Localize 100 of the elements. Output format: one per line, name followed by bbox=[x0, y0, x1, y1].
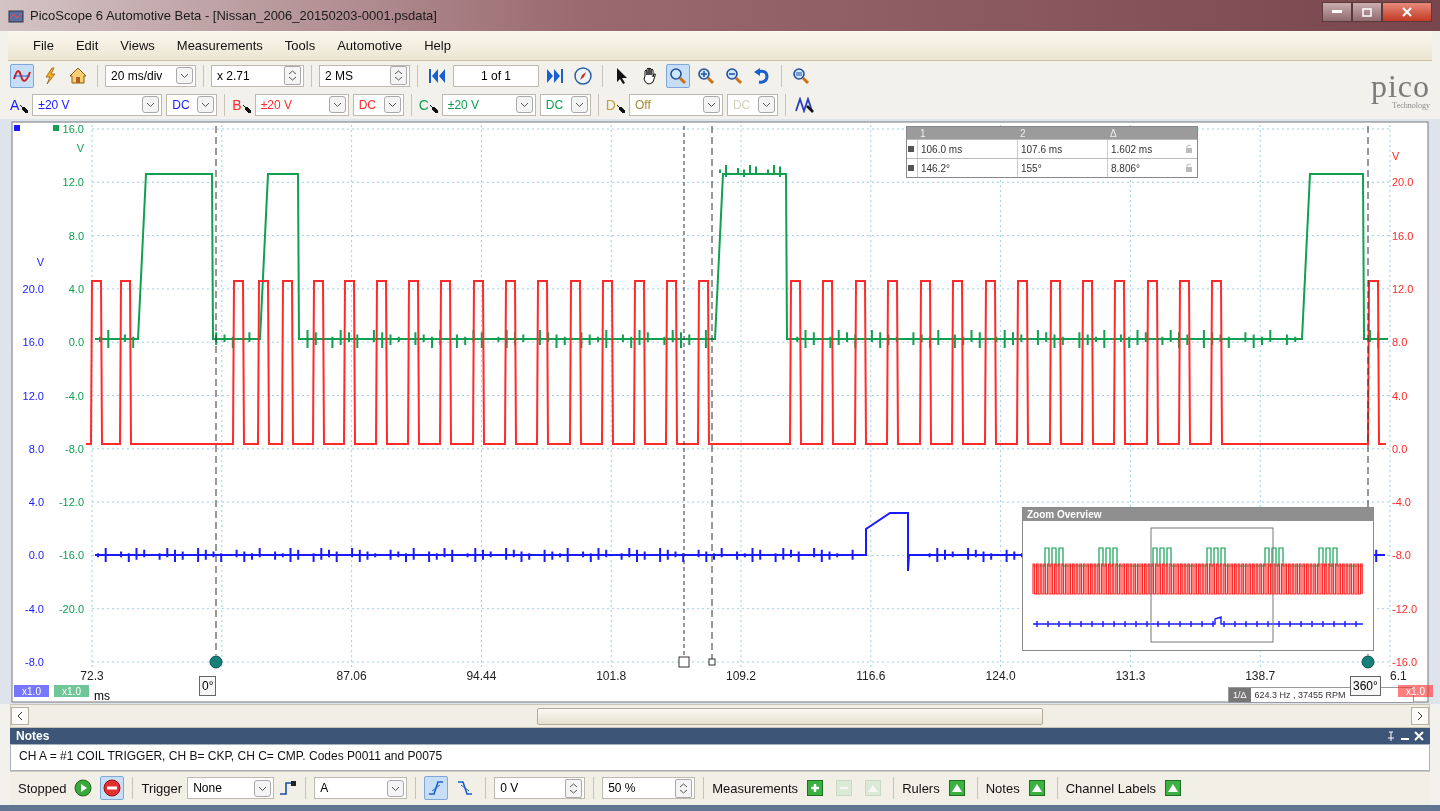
caret-icon bbox=[328, 96, 346, 114]
scroll-right-button[interactable] bbox=[1411, 707, 1429, 726]
probe-icon bbox=[20, 104, 29, 113]
caret-icon bbox=[142, 96, 160, 114]
row-handle-icon bbox=[907, 145, 915, 154]
coupling-dropdown[interactable]: DC bbox=[352, 93, 404, 116]
tool-button[interactable] bbox=[666, 63, 690, 88]
axis-label: 16.0 bbox=[22, 336, 44, 349]
pretrigger-spinner[interactable]: 50 % bbox=[602, 777, 696, 800]
axis-label: 12.0 bbox=[62, 176, 84, 189]
table-cell: 146.2° bbox=[917, 159, 1017, 178]
menu-item[interactable]: Views bbox=[109, 38, 166, 54]
logo-tagline: Technology bbox=[1392, 100, 1430, 110]
notes-text[interactable]: CH A = #1 COIL TRIGGER, CH B= CKP, CH C= CMP. Codes P0011 and P0075 bbox=[10, 743, 1430, 771]
range-dropdown[interactable]: ±20 V bbox=[441, 93, 536, 116]
axis-label: 0.0 bbox=[1392, 443, 1408, 456]
channel-label[interactable]: A bbox=[10, 96, 29, 113]
axis-label: -4.0 bbox=[25, 603, 44, 616]
ruler-line[interactable] bbox=[209, 125, 223, 669]
menu-item[interactable]: File bbox=[22, 38, 65, 54]
axis-label: -20.0 bbox=[58, 603, 84, 616]
axis-label: 8.0 bbox=[1392, 336, 1408, 349]
close-button[interactable] bbox=[1382, 2, 1432, 22]
probe-icon bbox=[242, 104, 251, 113]
lightning-icon bbox=[43, 66, 57, 85]
menu-item[interactable]: Help bbox=[413, 38, 462, 54]
minus-icon bbox=[836, 780, 853, 797]
axis-label: 4.0 bbox=[1392, 389, 1408, 402]
axis-label: 109.2 bbox=[726, 669, 756, 684]
axis-label: -12.0 bbox=[1392, 603, 1418, 616]
mountain-icon bbox=[1165, 780, 1182, 797]
pin-icon[interactable] bbox=[1386, 730, 1396, 741]
scale-badge: x1.0 bbox=[14, 685, 49, 698]
trigger-mode-dropdown[interactable]: None bbox=[187, 777, 275, 800]
lock-icon bbox=[1185, 144, 1193, 155]
skip-back-icon bbox=[428, 67, 446, 84]
axis-label: 12.0 bbox=[22, 389, 44, 402]
caret-icon bbox=[702, 96, 720, 114]
unit-label: V bbox=[76, 142, 84, 155]
magnifier-icon bbox=[669, 66, 687, 85]
ruler-label: 360° bbox=[1350, 676, 1381, 697]
axis-label: 72.3 bbox=[80, 669, 104, 684]
menu-item[interactable]: Tools bbox=[273, 38, 327, 54]
trigger-icon[interactable] bbox=[279, 780, 298, 797]
panel-label: Measurements bbox=[712, 780, 799, 796]
stop-icon bbox=[103, 779, 122, 798]
rising-edge-icon bbox=[428, 780, 445, 797]
close-icon[interactable] bbox=[1414, 730, 1424, 741]
menu-item[interactable]: Automotive bbox=[326, 38, 414, 54]
table-cell: 155° bbox=[1017, 159, 1107, 178]
column-header: 2 bbox=[1019, 127, 1027, 139]
scroll-thumb[interactable] bbox=[537, 708, 1043, 726]
scroll-left-button[interactable] bbox=[11, 707, 29, 726]
axis-label: -8.0 bbox=[65, 443, 84, 456]
app-icon bbox=[8, 7, 24, 24]
samples-spinner[interactable]: 2 MS bbox=[319, 64, 410, 87]
range-dropdown[interactable]: Off bbox=[628, 93, 723, 116]
axis-label: 0.0 bbox=[28, 549, 44, 562]
buffer-field[interactable]: 1 of 1 bbox=[453, 64, 539, 87]
axis-label: -4.0 bbox=[65, 389, 84, 402]
ruler-line[interactable] bbox=[708, 125, 716, 666]
coupling-dropdown[interactable]: DC bbox=[166, 93, 218, 116]
caret-icon bbox=[515, 96, 533, 114]
axis-label: -12.0 bbox=[58, 496, 84, 509]
spinner-icon bbox=[284, 66, 301, 86]
play-icon bbox=[74, 779, 93, 798]
close-icon bbox=[1402, 7, 1412, 17]
edge-button[interactable] bbox=[424, 776, 449, 801]
unit-label: ms bbox=[94, 689, 110, 704]
axis-label: 87.06 bbox=[336, 669, 367, 684]
spinner-icon bbox=[565, 778, 583, 798]
axis-label: 20.0 bbox=[22, 283, 44, 296]
range-dropdown[interactable]: ±20 V bbox=[32, 93, 163, 116]
axis-label: 20.0 bbox=[1392, 176, 1414, 189]
scale-badge: x1.0 bbox=[1398, 685, 1433, 698]
maximize-button[interactable] bbox=[1352, 2, 1382, 22]
pointer-icon bbox=[616, 66, 628, 85]
readout-value: 624.3 Hz , 37455 RPM bbox=[1253, 689, 1346, 703]
waveform-icon bbox=[794, 96, 815, 113]
axis-label: 16.0 bbox=[62, 123, 84, 136]
range-dropdown[interactable]: ±20 V bbox=[254, 93, 349, 116]
axis-label: -8.0 bbox=[25, 656, 44, 669]
zoom-factor-spinner[interactable]: x 2.71 bbox=[211, 64, 304, 87]
house-icon bbox=[69, 67, 87, 85]
minimize-button[interactable] bbox=[1322, 2, 1352, 22]
menu-item[interactable]: Edit bbox=[64, 38, 110, 54]
ruler-line[interactable] bbox=[678, 125, 690, 668]
unit-label: V bbox=[1392, 150, 1400, 163]
toolbar-button[interactable] bbox=[10, 63, 34, 88]
run-button[interactable] bbox=[100, 776, 125, 801]
menu-item[interactable]: Measurements bbox=[165, 38, 274, 54]
horizontal-scrollbar[interactable] bbox=[10, 704, 1430, 728]
timebase-dropdown[interactable]: 20 ms/div bbox=[105, 64, 196, 87]
spinner-icon bbox=[675, 778, 693, 798]
zoom-in-icon bbox=[697, 66, 715, 85]
coupling-dropdown[interactable]: DC bbox=[539, 93, 591, 116]
table-cell: 106.0 ms bbox=[917, 140, 1017, 159]
trigger-channel-dropdown[interactable]: A bbox=[314, 777, 408, 800]
threshold-spinner[interactable]: 0 V bbox=[494, 777, 586, 800]
maximize-icon bbox=[1362, 7, 1372, 17]
